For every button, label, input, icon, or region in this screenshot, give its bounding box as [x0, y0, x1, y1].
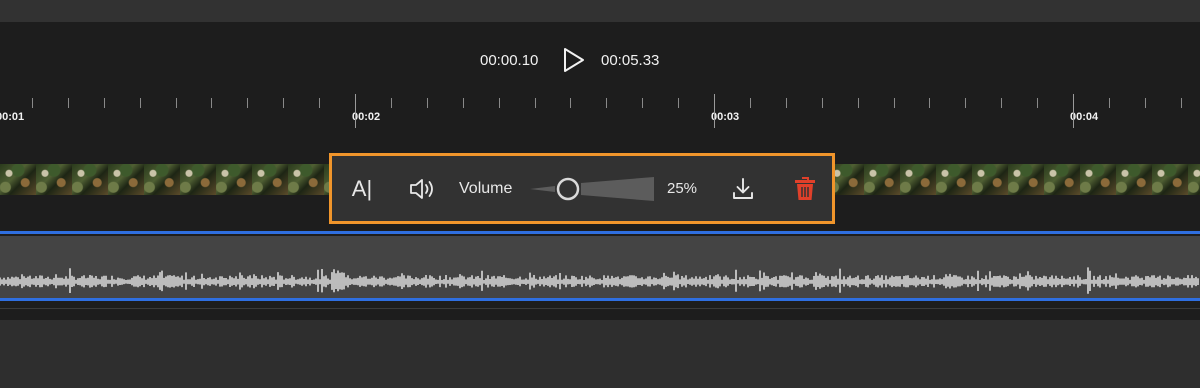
video-thumbnail — [1008, 164, 1044, 195]
time-ruler[interactable]: 00:01 00:02 00:03 00:04 — [0, 94, 1200, 134]
ruler-tick — [283, 98, 284, 108]
speaker-icon — [410, 178, 433, 199]
ruler-tick — [499, 98, 500, 108]
video-thumbnail — [36, 164, 72, 195]
video-thumbnail — [1044, 164, 1080, 195]
video-thumbnail — [1152, 164, 1188, 195]
video-thumbnail — [1116, 164, 1152, 195]
ruler-tick — [391, 98, 392, 108]
ruler-tick — [319, 98, 320, 108]
total-time: 00:05.33 — [601, 52, 660, 69]
ruler-tick — [750, 98, 751, 108]
top-strip — [0, 0, 1200, 22]
ruler-tick — [68, 98, 69, 108]
ruler-label: 00:02 — [352, 111, 381, 123]
video-thumbnail — [216, 164, 252, 195]
ruler-tick — [1181, 98, 1182, 108]
volume-percent: 25% — [666, 180, 698, 197]
ruler-tick — [1145, 98, 1146, 108]
video-thumbnail — [108, 164, 144, 195]
ruler-tick — [786, 98, 787, 108]
ruler-tick — [463, 98, 464, 108]
speaker-button[interactable] — [408, 156, 438, 221]
ruler-label: 00:04 — [1070, 111, 1099, 123]
ruler-tick — [427, 98, 428, 108]
ruler-major-tick — [1073, 94, 1074, 128]
download-icon — [733, 177, 753, 199]
ruler-tick — [140, 98, 141, 108]
volume-slider-graphic — [530, 176, 654, 201]
video-thumbnail — [900, 164, 936, 195]
ruler-tick — [1037, 98, 1038, 108]
video-thumbnail — [936, 164, 972, 195]
video-thumbnail — [1188, 164, 1200, 195]
current-time: 00:00.10 — [480, 52, 539, 69]
waveform-path — [0, 267, 1199, 294]
divider — [0, 308, 1200, 309]
audio-track-bottom-border — [0, 298, 1200, 301]
play-icon — [564, 48, 584, 72]
ruler-major-tick — [714, 94, 715, 128]
ruler-tick — [606, 98, 607, 108]
audio-track-top-border — [0, 231, 1200, 234]
video-thumbnail — [972, 164, 1008, 195]
ruler-tick — [570, 98, 571, 108]
ruler-tick — [247, 98, 248, 108]
audio-waveform — [0, 267, 1199, 294]
ruler-tick — [32, 98, 33, 108]
delete-button[interactable] — [790, 156, 820, 221]
bottom-panel — [0, 320, 1200, 388]
ruler-tick — [642, 98, 643, 108]
ruler-tick — [1109, 98, 1110, 108]
ruler-tick — [104, 98, 105, 108]
video-thumbnail — [180, 164, 216, 195]
ruler-tick — [894, 98, 895, 108]
volume-label: Volume — [459, 179, 513, 197]
ruler-tick — [858, 98, 859, 108]
video-thumbnail — [1080, 164, 1116, 195]
transport-bar: 00:00.10 00:05.33 — [0, 46, 1200, 74]
text-cursor-icon[interactable]: A| — [344, 156, 380, 221]
ruler-tick — [535, 98, 536, 108]
volume-slider-knob[interactable] — [556, 177, 580, 200]
video-thumbnail — [252, 164, 288, 195]
ruler-label: 00:01 — [0, 111, 25, 123]
video-thumbnail — [72, 164, 108, 195]
ruler-tick — [1001, 98, 1002, 108]
trash-icon — [795, 176, 815, 200]
clip-toolbar: A| Volume 25% — [329, 153, 835, 224]
video-thumbnail — [0, 164, 36, 195]
ruler-tick — [822, 98, 823, 108]
ruler-tick — [678, 98, 679, 108]
ruler-tick — [211, 98, 212, 108]
volume-slider[interactable] — [528, 156, 656, 221]
ruler-tick — [965, 98, 966, 108]
ruler-tick — [176, 98, 177, 108]
ruler-major-tick — [355, 94, 356, 128]
video-thumbnail — [144, 164, 180, 195]
ruler-label: 00:03 — [711, 111, 740, 123]
ruler-tick — [929, 98, 930, 108]
video-thumbnail — [288, 164, 324, 195]
play-button[interactable] — [559, 46, 587, 74]
audio-track[interactable] — [0, 236, 1200, 298]
video-thumbnail — [864, 164, 900, 195]
download-button[interactable] — [728, 156, 758, 221]
